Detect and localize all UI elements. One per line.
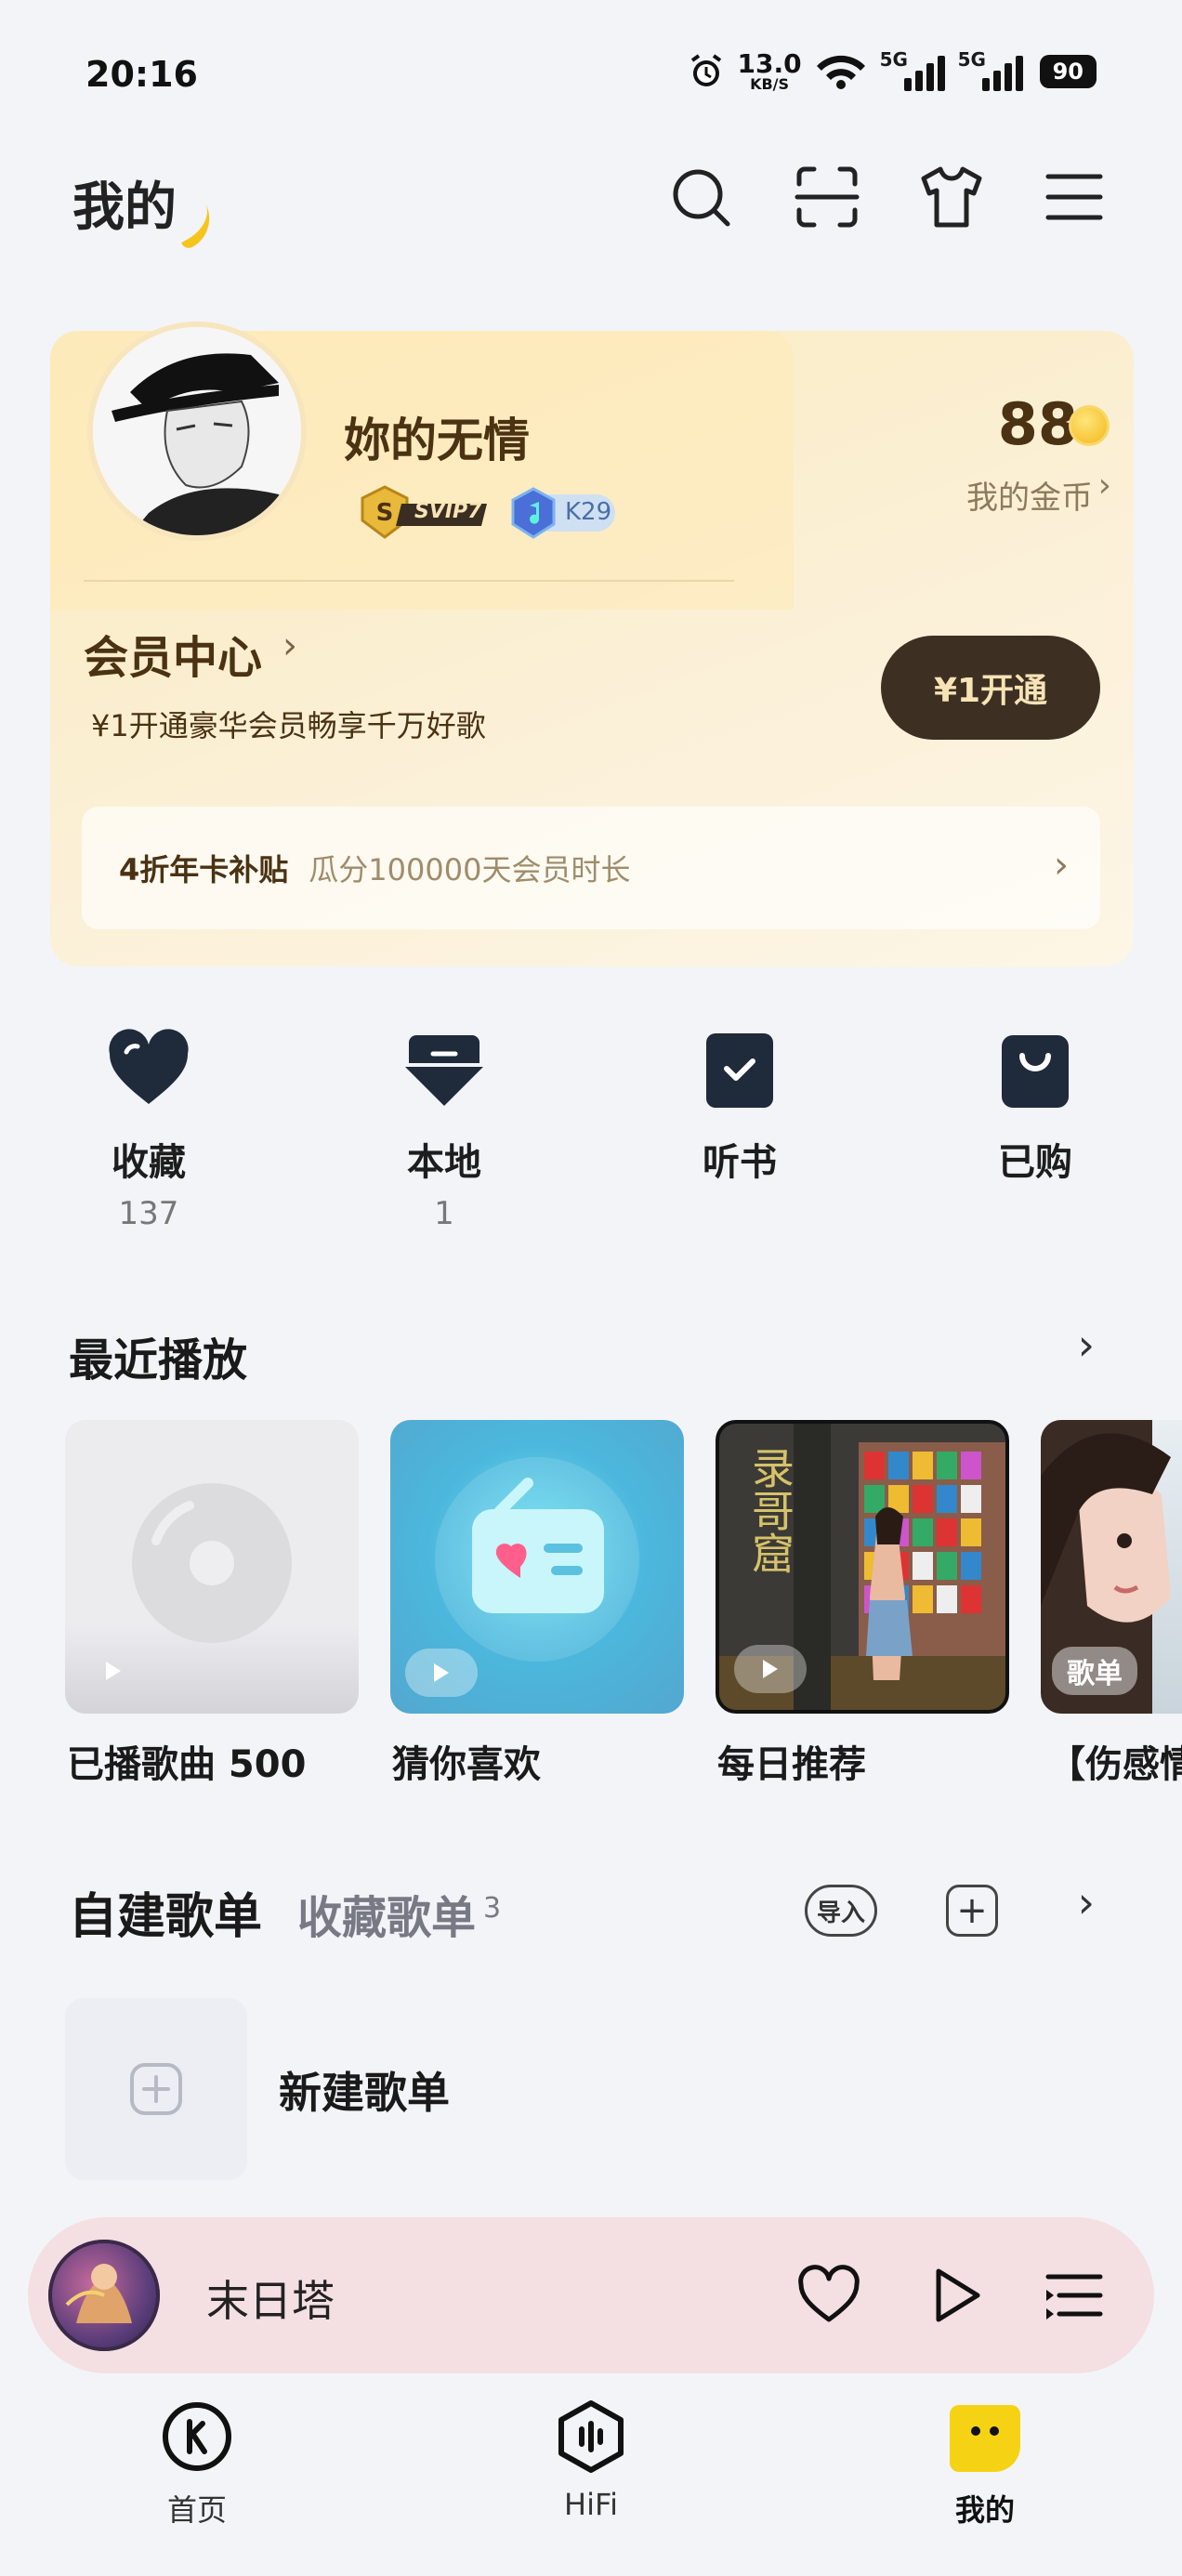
alarm-icon [690, 54, 721, 86]
recent-card-playlist[interactable]: 歌单 [1041, 1420, 1182, 1714]
menu-icon[interactable] [1041, 164, 1108, 230]
signal-sim2-icon: 5G [958, 48, 1023, 95]
recent-card-guess[interactable] [390, 1420, 684, 1714]
play-icon [434, 1663, 449, 1682]
plus-icon [130, 2063, 182, 2115]
local-label: 本地 [407, 1141, 481, 1184]
nav-home[interactable]: 首页 [104, 2398, 290, 2530]
coin-count[interactable]: 88 [998, 390, 1078, 458]
playlists-more-chevron-icon[interactable]: › [1078, 1877, 1095, 1927]
nav-home-label: 首页 [166, 2492, 227, 2528]
local-count: 1 [434, 1195, 454, 1232]
play-icon [763, 1660, 778, 1678]
scan-icon[interactable] [794, 164, 860, 230]
recent-label-playlist: 【伤感情 [1048, 1743, 1182, 1786]
avatar[interactable] [87, 322, 307, 541]
home-k-icon [163, 2402, 231, 2471]
play-icon [106, 1662, 121, 1680]
avatar-image [93, 327, 301, 535]
vip-open-button[interactable]: ¥1开通 [881, 636, 1100, 740]
quick-purchased[interactable]: 已购 [942, 1026, 1128, 1186]
audiobook-icon [706, 1033, 773, 1108]
vip-promo-banner[interactable]: 4折年卡补贴 瓜分100000天会员时长 › [82, 807, 1100, 929]
nav-mine[interactable]: 我的 [892, 2398, 1078, 2530]
promo-description: 瓜分100000天会员时长 [309, 852, 631, 887]
vip-center-chevron-icon: › [282, 624, 297, 667]
status-icons: 13.0 KB/S 5G 5G 90 [688, 48, 1097, 95]
now-playing-title[interactable]: 末日塔 [206, 2267, 335, 2329]
nav-mine-label: 我的 [954, 2492, 1015, 2528]
quick-audiobook[interactable]: 听书 [647, 1026, 833, 1186]
local-download-icon [405, 1035, 483, 1106]
hifi-icon [558, 2400, 624, 2473]
shopping-bag-icon [1002, 1035, 1069, 1108]
tab-created-playlists[interactable]: 自建歌单 [69, 1877, 262, 1947]
tab-collected-label: 收藏歌单 [297, 1892, 477, 1944]
nav-hifi-label: HiFi [564, 2487, 618, 2522]
svg-text:S: S [376, 499, 394, 527]
vip-divider [84, 580, 734, 582]
play-pill [734, 1645, 807, 1693]
recent-label-guess: 猜你喜欢 [392, 1743, 541, 1786]
tab-collected-playlists[interactable]: 收藏歌单 3 [297, 1881, 501, 1946]
vip-description: ¥1开通豪华会员畅享千万好歌 [91, 708, 486, 743]
favorites-count: 137 [118, 1195, 179, 1232]
collected-count: 3 [483, 1892, 502, 1925]
search-icon[interactable] [667, 164, 734, 230]
playlist-queue-icon[interactable] [1039, 2260, 1110, 2331]
signal-sim1-icon: 5G [880, 48, 945, 95]
new-playlist-thumb[interactable] [65, 1998, 247, 2180]
recent-card-played[interactable] [65, 1420, 359, 1714]
svip-badge-label: SVIP7 [414, 500, 482, 523]
add-playlist-icon[interactable]: + [946, 1885, 998, 1937]
promo-title: 4折年卡补贴 [119, 852, 289, 887]
theme-shirt-icon[interactable] [918, 164, 985, 230]
coins-chevron-icon: › [1097, 467, 1111, 505]
daily-cover-text: 录哥窟 [745, 1446, 795, 1574]
playlist-tabs: 自建歌单 收藏歌单 3 [69, 1877, 501, 1947]
like-heart-icon[interactable] [794, 2260, 864, 2331]
recent-card-daily[interactable]: 录哥窟 [716, 1420, 1009, 1714]
purchased-label: 已购 [998, 1141, 1072, 1184]
status-time: 20:16 [85, 54, 198, 95]
recent-label-daily: 每日推荐 [717, 1743, 866, 1786]
recent-more-chevron-icon[interactable]: › [1078, 1320, 1095, 1370]
now-playing-art[interactable] [48, 2240, 160, 2351]
play-icon[interactable] [920, 2260, 991, 2331]
coin-icon [1069, 405, 1110, 446]
svip-badge[interactable]: S SVIP7 [353, 483, 492, 543]
nav-hifi[interactable]: HiFi [498, 2398, 684, 2522]
k-badge-label: K29 [565, 498, 612, 526]
play-pill [405, 1649, 478, 1697]
favorites-label: 收藏 [112, 1141, 186, 1184]
promo-chevron-icon: › [1054, 844, 1069, 887]
now-playing-cover [48, 2240, 160, 2351]
page-title: 我的 [72, 177, 177, 238]
audiobook-label: 听书 [703, 1141, 777, 1184]
recent-title: 最近播放 [69, 1334, 248, 1387]
battery-icon: 90 [1039, 55, 1097, 88]
import-button[interactable]: 导入 [805, 1885, 877, 1937]
k-level-badge[interactable]: K29 [507, 485, 619, 541]
wifi-icon [816, 55, 865, 89]
playlist-tag: 歌单 [1052, 1647, 1137, 1695]
heart-icon [109, 1029, 189, 1104]
mine-face-icon [950, 2405, 1020, 2472]
network-speed: 13.0 KB/S [737, 48, 802, 93]
quick-favorites[interactable]: 收藏 137 [56, 1026, 242, 1232]
username[interactable]: 妳的无情 [344, 403, 530, 470]
page: 20:16 13.0 KB/S 5G 5G 90 我的 妳的无情 S SVIP7… [0, 0, 1182, 2576]
quick-local[interactable]: 本地 1 [351, 1026, 537, 1232]
new-playlist-label[interactable]: 新建歌单 [279, 2059, 450, 2121]
coins-label[interactable]: 我的金币 [966, 472, 1093, 518]
vip-center-link[interactable]: 会员中心 [84, 621, 262, 686]
recent-label-played: 已播歌曲 500 [67, 1743, 307, 1786]
